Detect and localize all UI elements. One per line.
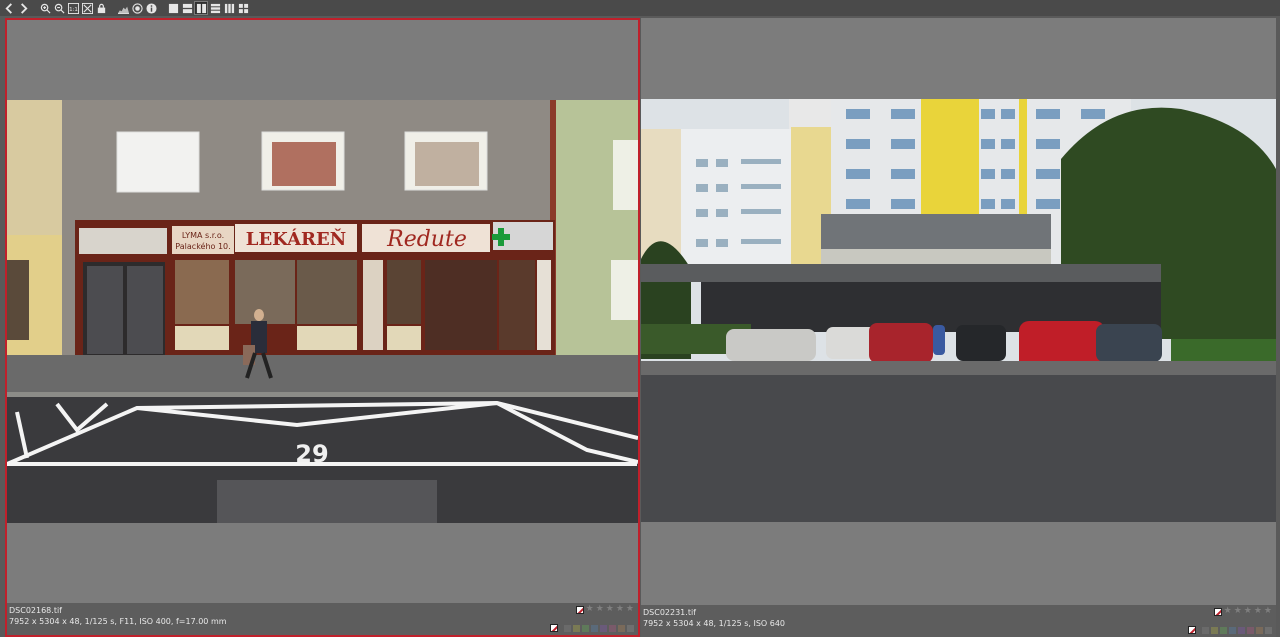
- color-label-swatch[interactable]: [1220, 626, 1227, 634]
- viewer-toolbar: 1:1: [0, 0, 1280, 16]
- color-label-swatch[interactable]: [1238, 626, 1245, 634]
- clear-color-label-icon[interactable]: [1188, 626, 1196, 634]
- star-icon[interactable]: ★: [1264, 607, 1272, 616]
- fit-screen-button[interactable]: [81, 2, 93, 14]
- layout-three-rows-button[interactable]: [209, 2, 221, 14]
- color-label-swatch[interactable]: [591, 624, 598, 632]
- color-label-swatch[interactable]: [573, 624, 580, 632]
- arrow-right-icon: [20, 2, 28, 14]
- layout-grid-button[interactable]: [237, 2, 249, 14]
- star-icon[interactable]: ★: [1234, 607, 1242, 616]
- color-label-swatch[interactable]: [618, 624, 625, 632]
- rating-stars: ★ ★ ★ ★ ★: [575, 605, 634, 614]
- zoom-in-button[interactable]: [39, 2, 51, 14]
- exif-label: 7952 x 5304 x 48, 1/125 s, F11, ISO 400,…: [9, 617, 227, 626]
- color-label-swatch[interactable]: [609, 624, 616, 632]
- color-label-swatch[interactable]: [1211, 626, 1218, 634]
- svg-text:Palackého 10.: Palackého 10.: [175, 241, 230, 251]
- color-label-swatch[interactable]: [1229, 626, 1236, 634]
- color-labels: [1188, 626, 1272, 634]
- reject-icon[interactable]: [1213, 607, 1222, 616]
- svg-text:1:1: 1:1: [69, 6, 78, 12]
- layout-three-columns-icon: [224, 3, 234, 13]
- photo-left-image: LYMA s.r.o. Palackého 10. LEKÁREŇ Redute: [7, 100, 638, 523]
- focus-point-icon: [131, 2, 143, 14]
- svg-text:29: 29: [295, 440, 328, 468]
- layout-grid-icon: [238, 3, 248, 13]
- layout-three-columns-button[interactable]: [223, 2, 235, 14]
- color-label-swatch[interactable]: [600, 624, 607, 632]
- color-label-swatch[interactable]: [582, 624, 589, 632]
- prev-button[interactable]: [3, 2, 15, 14]
- color-labels: [550, 624, 634, 632]
- photo-right[interactable]: [641, 99, 1276, 522]
- lock-icon: [97, 3, 105, 13]
- color-label-swatch[interactable]: [627, 624, 634, 632]
- star-icon[interactable]: ★: [1224, 607, 1232, 616]
- histogram-button[interactable]: [117, 2, 129, 14]
- arrow-left-icon: [4, 2, 12, 14]
- zoom-in-icon: [40, 3, 51, 14]
- filename-label: DSC02168.tif: [9, 606, 62, 615]
- layout-two-rows-button[interactable]: [181, 2, 193, 14]
- histogram-icon: [117, 6, 129, 14]
- color-label-swatch[interactable]: [564, 624, 571, 632]
- filename-label: DSC02231.tif: [643, 608, 696, 617]
- color-label-swatch[interactable]: [1202, 626, 1209, 634]
- star-icon[interactable]: ★: [586, 605, 594, 614]
- star-icon[interactable]: ★: [606, 605, 614, 614]
- star-icon[interactable]: ★: [616, 605, 624, 614]
- next-button[interactable]: [17, 2, 29, 14]
- lock-button[interactable]: [95, 2, 107, 14]
- star-icon[interactable]: ★: [1254, 607, 1262, 616]
- star-icon[interactable]: ★: [596, 605, 604, 614]
- color-label-swatch[interactable]: [1265, 626, 1272, 634]
- svg-text:LYMA s.r.o.: LYMA s.r.o.: [182, 231, 224, 240]
- info-bar-left: DSC02168.tif 7952 x 5304 x 48, 1/125 s, …: [7, 603, 638, 635]
- info-icon: [145, 2, 157, 14]
- info-button[interactable]: [145, 2, 157, 14]
- svg-text:Redute: Redute: [386, 227, 467, 252]
- layout-two-columns-button[interactable]: [194, 1, 208, 15]
- color-label-swatch[interactable]: [1256, 626, 1263, 634]
- exif-label: 7952 x 5304 x 48, 1/125 s, ISO 640: [643, 619, 786, 628]
- focus-point-button[interactable]: [131, 2, 143, 14]
- svg-text:LEKÁREŇ: LEKÁREŇ: [246, 227, 346, 250]
- zoom-1to1-button[interactable]: 1:1: [67, 2, 79, 14]
- layout-two-columns-icon: [196, 3, 206, 13]
- rating-stars: ★ ★ ★ ★ ★: [1213, 607, 1272, 616]
- photo-right-image: [641, 99, 1276, 522]
- viewer-pane-left[interactable]: LYMA s.r.o. Palackého 10. LEKÁREŇ Redute: [5, 18, 640, 637]
- star-icon[interactable]: ★: [626, 605, 634, 614]
- layout-single-button[interactable]: [167, 2, 179, 14]
- zoom-out-icon: [54, 3, 65, 14]
- reject-icon[interactable]: [575, 605, 584, 614]
- layout-single-icon: [168, 3, 178, 13]
- clear-color-label-icon[interactable]: [550, 624, 558, 632]
- layout-three-rows-icon: [210, 3, 220, 13]
- layout-two-rows-icon: [182, 3, 192, 13]
- zoom-1to1-icon: 1:1: [67, 2, 79, 14]
- fit-screen-icon: [81, 2, 93, 14]
- photo-left[interactable]: LYMA s.r.o. Palackého 10. LEKÁREŇ Redute: [7, 100, 638, 523]
- zoom-out-button[interactable]: [53, 2, 65, 14]
- color-label-swatch[interactable]: [1247, 626, 1254, 634]
- star-icon[interactable]: ★: [1244, 607, 1252, 616]
- viewer-pane-right[interactable]: DSC02231.tif 7952 x 5304 x 48, 1/125 s, …: [641, 18, 1276, 637]
- info-bar-right: DSC02231.tif 7952 x 5304 x 48, 1/125 s, …: [641, 605, 1276, 637]
